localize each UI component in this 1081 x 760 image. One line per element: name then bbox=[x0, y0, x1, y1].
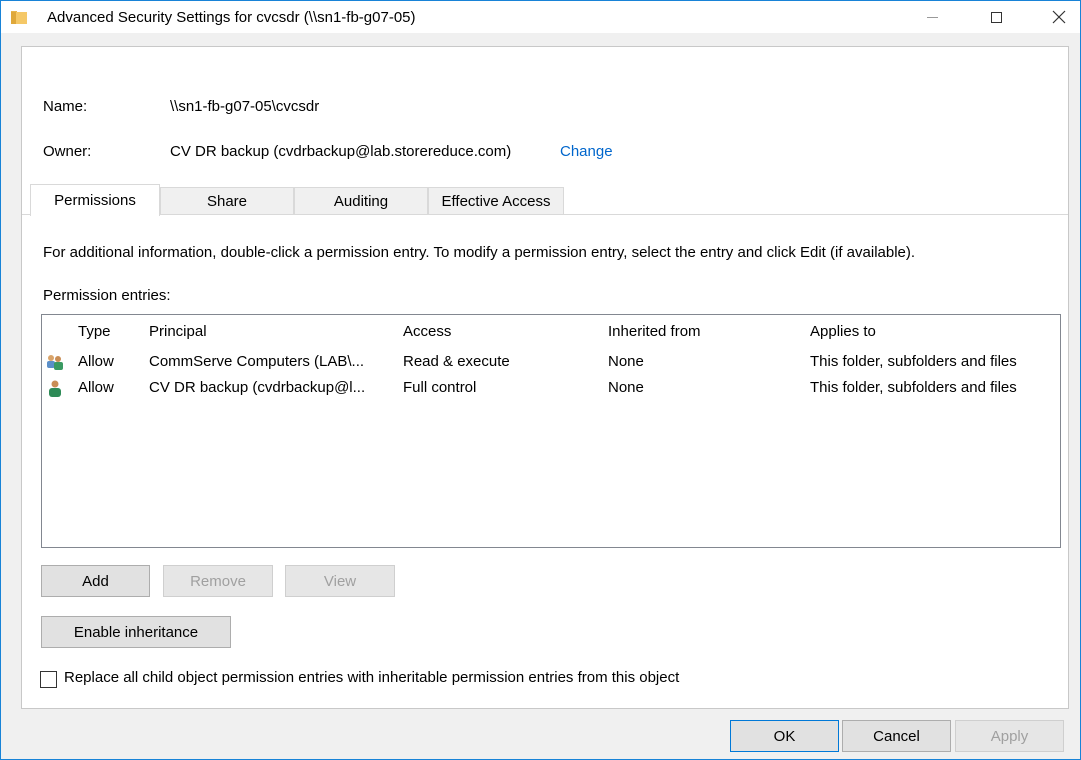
tab-divider bbox=[22, 214, 1068, 215]
row-type: Allow bbox=[78, 379, 114, 396]
tab-share[interactable]: Share bbox=[160, 187, 294, 214]
replace-child-permissions-checkbox[interactable] bbox=[40, 671, 57, 688]
column-header-principal[interactable]: Principal bbox=[149, 323, 207, 340]
user-icon bbox=[49, 380, 61, 397]
add-button[interactable]: Add bbox=[41, 565, 150, 597]
row-type: Allow bbox=[78, 353, 114, 370]
row-access: Full control bbox=[403, 379, 477, 396]
owner-value: CV DR backup (cvdrbackup@lab.storereduce… bbox=[170, 143, 512, 160]
row-access: Read & execute bbox=[403, 353, 510, 370]
info-text: For additional information, double-click… bbox=[43, 244, 916, 261]
dialog-content: Name: \\sn1-fb-g07-05\cvcsdr Owner: CV D… bbox=[21, 46, 1069, 709]
tab-permissions[interactable]: Permissions bbox=[30, 184, 160, 216]
folder-icon bbox=[11, 11, 27, 24]
view-button[interactable]: View bbox=[285, 565, 395, 597]
table-row[interactable]: Allow CV DR backup (cvdrbackup@l... Full… bbox=[42, 375, 1060, 401]
row-applies-to: This folder, subfolders and files bbox=[810, 379, 1017, 396]
row-principal: CommServe Computers (LAB\... bbox=[149, 353, 365, 370]
permission-entries-label: Permission entries: bbox=[43, 287, 171, 304]
name-value: \\sn1-fb-g07-05\cvcsdr bbox=[170, 98, 320, 115]
column-header-access[interactable]: Access bbox=[403, 323, 451, 340]
title-bar[interactable]: Advanced Security Settings for cvcsdr (\… bbox=[1, 1, 1080, 33]
minimize-button[interactable] bbox=[909, 1, 955, 33]
close-button[interactable] bbox=[1036, 1, 1081, 33]
row-inherited-from: None bbox=[608, 379, 644, 396]
minimize-icon bbox=[926, 16, 938, 18]
window-title: Advanced Security Settings for cvcsdr (\… bbox=[47, 9, 416, 26]
apply-button[interactable]: Apply bbox=[955, 720, 1064, 752]
ok-button[interactable]: OK bbox=[730, 720, 839, 752]
owner-label: Owner: bbox=[43, 143, 92, 160]
group-users-icon bbox=[47, 355, 63, 370]
cancel-button[interactable]: Cancel bbox=[842, 720, 951, 752]
permission-entries-list[interactable]: Type Principal Access Inherited from App… bbox=[41, 314, 1061, 548]
owner-change-link[interactable]: Change bbox=[560, 143, 613, 160]
row-inherited-from: None bbox=[608, 353, 644, 370]
column-header-inherited-from[interactable]: Inherited from bbox=[608, 323, 701, 340]
column-header-applies-to[interactable]: Applies to bbox=[810, 323, 876, 340]
maximize-icon bbox=[990, 11, 1002, 23]
tab-auditing[interactable]: Auditing bbox=[294, 187, 428, 214]
replace-child-permissions-label[interactable]: Replace all child object permission entr… bbox=[64, 669, 679, 686]
maximize-button[interactable] bbox=[973, 1, 1019, 33]
close-icon bbox=[1052, 10, 1066, 24]
security-settings-window: Advanced Security Settings for cvcsdr (\… bbox=[0, 0, 1081, 760]
table-row[interactable]: Allow CommServe Computers (LAB\... Read … bbox=[42, 349, 1060, 375]
row-applies-to: This folder, subfolders and files bbox=[810, 353, 1017, 370]
column-header-type[interactable]: Type bbox=[78, 323, 111, 340]
remove-button[interactable]: Remove bbox=[163, 565, 273, 597]
tab-effective-access[interactable]: Effective Access bbox=[428, 187, 564, 214]
enable-inheritance-button[interactable]: Enable inheritance bbox=[41, 616, 231, 648]
row-principal: CV DR backup (cvdrbackup@l... bbox=[149, 379, 366, 396]
name-label: Name: bbox=[43, 98, 88, 115]
